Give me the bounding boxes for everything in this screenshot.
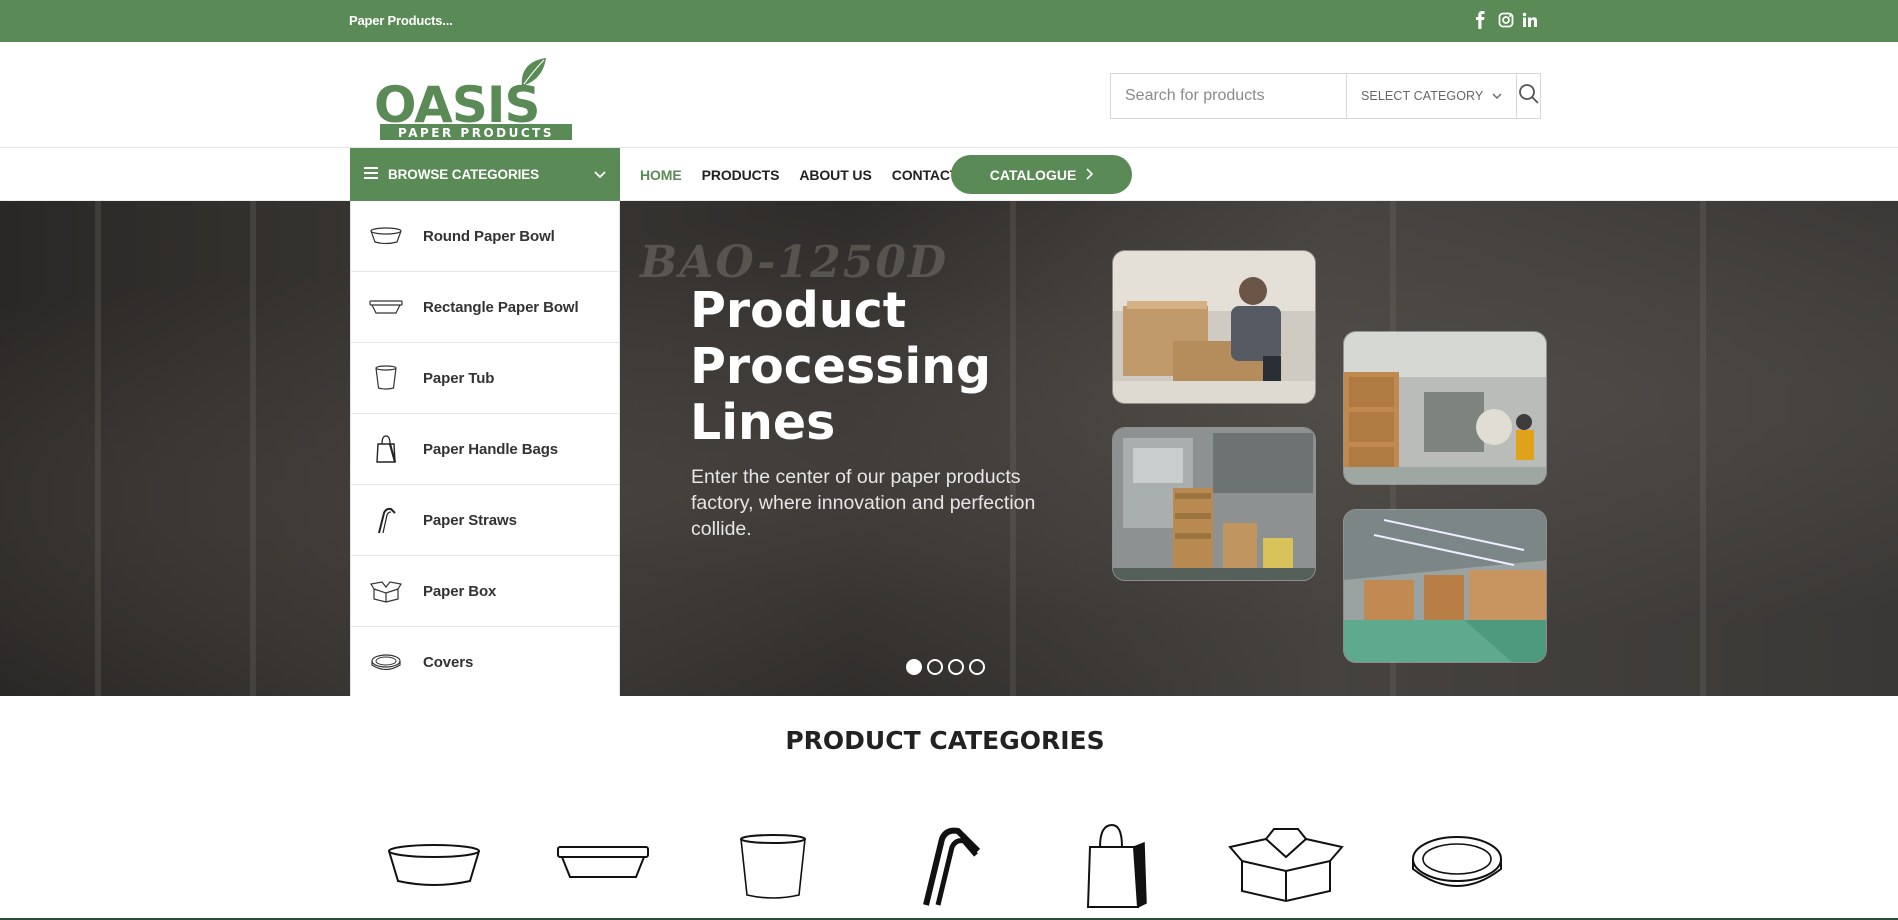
category-item-round-paper-bowl[interactable]: Round Paper Bowl bbox=[351, 201, 619, 272]
facebook-icon[interactable] bbox=[1474, 11, 1490, 31]
hero-slider: BAO-1250D Product Processing Lines Enter… bbox=[0, 201, 1898, 696]
category-label: Paper Tub bbox=[423, 369, 495, 387]
hero-subtitle: Enter the center of our paper products f… bbox=[691, 466, 1036, 540]
round-bowl-icon[interactable] bbox=[386, 843, 482, 894]
category-label: Covers bbox=[423, 654, 474, 671]
nav-home[interactable]: HOME bbox=[640, 167, 682, 183]
bag-icon[interactable] bbox=[1084, 823, 1148, 914]
slider-dot-2[interactable] bbox=[927, 659, 943, 675]
main-nav: BROWSE CATEGORIES HOME PRODUCTS ABOUT US… bbox=[0, 148, 1898, 201]
category-label: Paper Handle Bags bbox=[423, 440, 559, 458]
category-label: Paper Straws bbox=[423, 511, 517, 529]
browse-categories-label: BROWSE CATEGORIES bbox=[388, 167, 540, 182]
top-bar: Paper Products... bbox=[0, 0, 1898, 42]
oasis-logo[interactable]: OASIS PAPER PRODUCTS bbox=[372, 50, 578, 142]
slider-dot-3[interactable] bbox=[948, 659, 964, 675]
slider-dots bbox=[906, 659, 985, 675]
bag-icon bbox=[369, 434, 403, 464]
nav-menu: HOME PRODUCTS ABOUT US CONTACT bbox=[640, 148, 958, 201]
linkedin-icon[interactable] bbox=[1522, 11, 1538, 31]
straw-icon[interactable] bbox=[918, 825, 984, 912]
product-search: SELECT CATEGORY bbox=[1110, 73, 1541, 119]
rectangle-bowl-icon[interactable] bbox=[556, 843, 650, 888]
hero-background-machine-label: BAO-1250D bbox=[640, 237, 949, 288]
hero-bg-stripe bbox=[95, 201, 101, 696]
social-links bbox=[1474, 11, 1538, 31]
cover-icon bbox=[369, 648, 403, 678]
site-header: OASIS PAPER PRODUCTS SELECT CATEGORY bbox=[0, 42, 1898, 148]
hero-title: Product Processing Lines bbox=[690, 282, 992, 451]
hero-bg-stripe bbox=[250, 201, 256, 696]
category-label: Paper Box bbox=[423, 582, 497, 600]
box-icon[interactable] bbox=[1226, 827, 1346, 908]
hero-photo-cup-machine bbox=[1112, 427, 1316, 581]
instagram-icon[interactable] bbox=[1498, 11, 1514, 31]
category-label: Rectangle Paper Bowl bbox=[423, 298, 579, 316]
chevron-right-icon bbox=[1086, 167, 1094, 183]
nav-about-us[interactable]: ABOUT US bbox=[799, 167, 871, 183]
search-input[interactable] bbox=[1111, 74, 1347, 118]
round-bowl-icon bbox=[369, 221, 403, 251]
catalogue-label: CATALOGUE bbox=[989, 166, 1077, 183]
category-item-paper-straws[interactable]: Paper Straws bbox=[351, 485, 619, 556]
category-item-paper-handle-bags[interactable]: Paper Handle Bags bbox=[351, 414, 619, 485]
cover-icon[interactable] bbox=[1410, 833, 1504, 904]
category-select[interactable]: SELECT CATEGORY bbox=[1347, 74, 1517, 118]
straw-icon bbox=[369, 505, 403, 535]
category-item-covers[interactable]: Covers bbox=[351, 627, 619, 698]
top-tagline: Paper Products... bbox=[349, 13, 453, 28]
svg-text:PAPER PRODUCTS: PAPER PRODUCTS bbox=[398, 126, 554, 140]
nav-contact[interactable]: CONTACT bbox=[892, 167, 959, 183]
category-item-rectangle-paper-bowl[interactable]: Rectangle Paper Bowl bbox=[351, 272, 619, 343]
category-list: Round Paper Bowl Rectangle Paper Bowl Pa… bbox=[350, 201, 620, 696]
slider-dot-4[interactable] bbox=[969, 659, 985, 675]
box-icon bbox=[369, 576, 403, 606]
product-categories-title: PRODUCT CATEGORIES bbox=[785, 726, 1105, 755]
category-select-label: SELECT CATEGORY bbox=[1361, 89, 1484, 103]
rectangle-bowl-icon bbox=[369, 292, 403, 322]
category-item-paper-box[interactable]: Paper Box bbox=[351, 556, 619, 627]
browse-categories-button[interactable]: BROWSE CATEGORIES bbox=[350, 148, 620, 201]
catalogue-button[interactable]: CATALOGUE bbox=[951, 155, 1132, 194]
hero-bg-stripe bbox=[1700, 201, 1706, 696]
chevron-down-icon bbox=[1492, 89, 1502, 103]
search-icon bbox=[1518, 83, 1540, 110]
hero-photo-warehouse bbox=[1343, 509, 1547, 663]
tub-icon[interactable] bbox=[738, 833, 808, 906]
category-item-paper-tub[interactable]: Paper Tub bbox=[351, 343, 619, 414]
search-button[interactable] bbox=[1517, 74, 1540, 118]
tub-icon bbox=[369, 363, 403, 393]
slider-dot-1[interactable] bbox=[906, 659, 922, 675]
nav-products[interactable]: PRODUCTS bbox=[702, 167, 780, 183]
category-label: Round Paper Bowl bbox=[423, 227, 555, 245]
hero-photo-worker-folding bbox=[1112, 250, 1316, 404]
hero-photo-production-floor bbox=[1343, 331, 1547, 485]
hamburger-icon bbox=[364, 166, 378, 184]
chevron-down-icon bbox=[594, 166, 606, 184]
product-category-icons bbox=[380, 815, 1510, 915]
